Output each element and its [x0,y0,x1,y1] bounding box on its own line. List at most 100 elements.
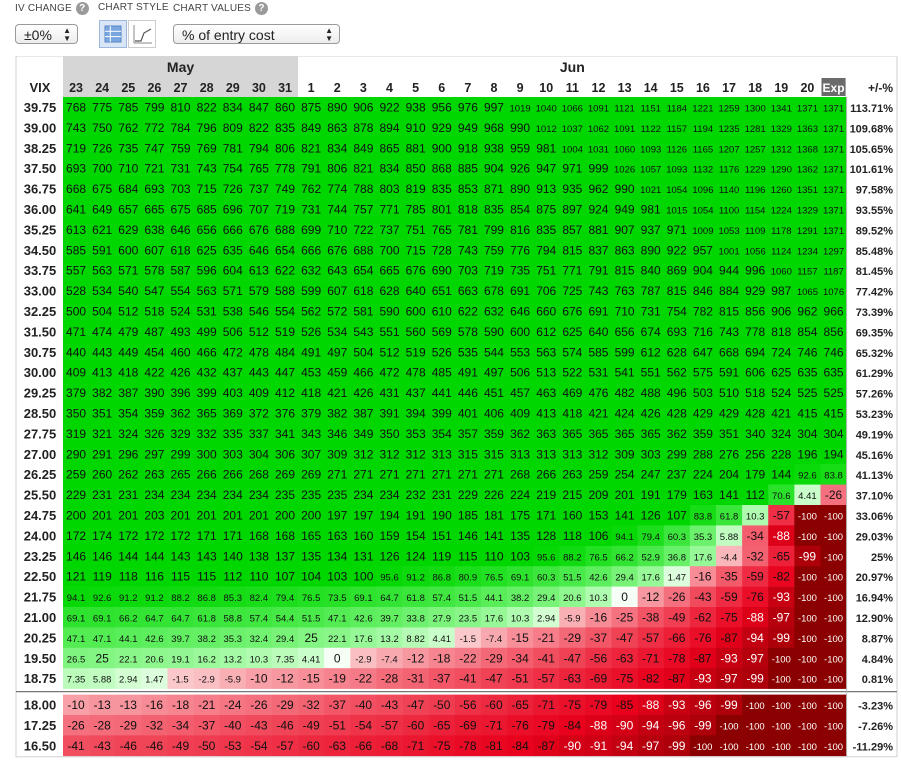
heatmap-cell-value: 426 [641,407,661,421]
heatmap-cell-value: -51 [329,719,347,733]
heatmap-cell-value: 762 [118,121,138,135]
heatmap-cell-value: 299 [171,447,191,461]
heatmap-cell-value: -5.9 [564,614,580,625]
heatmap-cell-value: 144 [144,549,164,563]
heatmap-cell-value: 69.1 [354,593,373,604]
heatmap-cell-value: 47.1 [328,614,347,625]
heatmap-cell-value: -56 [459,698,477,712]
chart-style-label: CHART STYLE [98,2,169,13]
vix-level-label: 18.00 [24,698,57,713]
heatmap-cell-value: 635 [223,243,243,257]
heatmap-cell-value: 25 [96,651,110,665]
heatmap-cell-value: -16 [590,611,608,625]
heatmap-cell-value: 312 [406,447,426,461]
heatmap-cell-value: 194 [379,509,399,523]
heatmap-cell-value: 981 [641,203,661,217]
heatmap-cell-value: 382 [92,386,112,400]
heatmap-cell-value: 656 [615,325,635,339]
heatmap-cell-value: -26 [825,488,843,502]
pct-change-label: 37.10% [856,491,894,503]
iv-change-select[interactable]: ±0% ▲ ▼ [15,24,78,44]
pct-change-label: 105.65% [850,144,894,156]
heatmap-cell-value: 429 [719,407,739,421]
heatmap-cell-value: 1312 [771,144,792,155]
heatmap-cell-value: 329 [171,427,191,441]
heatmap-cell-value: 80.9 [459,573,478,584]
column-label: 17 [722,81,736,95]
heatmap-cell-value: 312 [588,447,608,461]
heatmap-cell-value: -28 [94,719,112,733]
heatmap-cell-value: 622 [275,264,295,278]
heatmap-cell-value: 725 [562,284,582,298]
heatmap-cell-value: -76 [511,719,529,733]
heatmap-cell-value: 61.8 [406,593,425,604]
heatmap-cell-value: 51.5 [302,614,321,625]
heatmap-cell-value: 201 [249,509,269,523]
heatmap-cell-value: 394 [406,407,426,421]
heatmap-cell-value: -22 [459,651,477,665]
heatmap-cell-value: 1019 [510,104,531,115]
pct-header: +/-% [868,81,893,95]
heatmap-cell-value: 387 [353,407,373,421]
pct-change-label: 109.68% [850,123,894,135]
heatmap-cell-value: 821 [353,162,373,176]
heatmap-cell-value: -88 [590,719,608,733]
heatmap-cell-value: 449 [118,345,138,359]
heatmap-cell-value: 632 [301,264,321,278]
line-style-button[interactable] [128,20,156,48]
heatmap-cell-value: -100 [772,742,791,753]
heatmap-cell-value: 922 [667,243,687,257]
heatmap-cell-value: 497 [484,366,504,380]
pct-change-label: -3.23% [858,701,893,713]
vix-level-label: 29.25 [24,386,57,401]
heatmap-cell-value: 137 [275,549,295,563]
pct-change-label: 73.39% [856,307,894,319]
table-style-button[interactable] [99,20,127,48]
heatmap-cell-value: 409 [66,366,86,380]
heatmap-cell-value: 29.4 [615,573,634,584]
heatmap-cell-value: 731 [301,203,321,217]
heatmap-cell-value: 201 [92,509,112,523]
heatmap-cell-value: 185 [458,509,478,523]
heatmap-cell-value: 1207 [718,144,739,155]
help-icon[interactable]: ? [254,2,268,15]
heatmap-cell-value: 313 [432,447,452,461]
heatmap-cell-value: 144 [118,549,138,563]
heatmap-cell-value: 585 [588,345,608,359]
heatmap-cell-value: 110 [484,549,503,563]
heatmap-cell-value: 665 [144,203,164,217]
heatmap-cell-value: 1060 [771,267,792,278]
heatmap-cell-value: 437 [406,386,426,400]
heatmap-cell-value: 884 [719,284,739,298]
heatmap-cell-value: 271 [432,468,452,482]
heatmap-cell-value: 922 [379,101,399,115]
heatmap-cell-value: 857 [562,223,582,237]
heatmap-cell-value: 312 [353,447,373,461]
heatmap-cell-value: 341 [275,427,295,441]
heatmap-cell-value: 693 [144,182,164,196]
help-icon[interactable]: ? [75,2,89,15]
heatmap-cell-value: 1368 [797,144,818,155]
heatmap-cell-value: 151 [432,529,452,543]
heatmap-cell-value: 64.7 [145,614,164,625]
heatmap-cell-value: 234 [171,488,191,502]
heatmap-cell-value: 391 [379,407,399,421]
heatmap-cell-value: 957 [693,243,713,257]
heatmap-cell-value: 44.1 [485,593,504,604]
heatmap-cell-value: -57 [276,739,294,753]
heatmap-cell-value: -100 [798,573,817,584]
heatmap-cell-value: -93 [694,672,712,686]
heatmap-cell-value: -100 [772,722,791,733]
heatmap-cell-value: 721 [144,162,164,176]
heatmap-cell-value: 22.1 [328,634,347,645]
column-label: 14 [644,81,658,95]
heatmap-cell-value: 1151 [640,104,660,115]
heatmap-cell-value: 196 [797,447,817,461]
heatmap-cell-value: 94.1 [615,532,634,543]
heatmap-cell-value: 1371 [823,185,844,196]
heatmap-cell-value: 890 [510,182,530,196]
heatmap-cell-value: 379 [301,407,321,421]
heatmap-cell-value: -57 [642,631,660,645]
heatmap-cell-value: 578 [458,325,478,339]
chart-values-select[interactable]: % of entry cost ▲ ▼ [173,24,340,44]
